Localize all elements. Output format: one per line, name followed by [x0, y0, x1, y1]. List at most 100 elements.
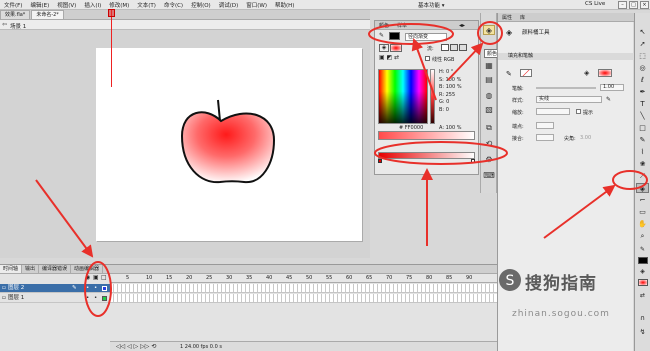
stroke-color-tool-icon[interactable]: ✎: [636, 245, 649, 255]
layer-color-chip[interactable]: [102, 296, 107, 301]
menu-file[interactable]: 文件(F): [0, 1, 26, 9]
brush-tool-icon[interactable]: ⌇: [636, 147, 649, 157]
gradient-stop-left[interactable]: [378, 159, 382, 163]
green-value[interactable]: G: 0: [439, 99, 477, 107]
fill-stroke-section[interactable]: 填充和笔触: [498, 53, 634, 60]
scale-select[interactable]: [536, 108, 570, 115]
saturation-value[interactable]: S: 100 %: [439, 77, 477, 85]
color-spectrum[interactable]: [378, 69, 428, 124]
layer-visible-dot[interactable]: •: [86, 294, 89, 303]
3d-rotation-icon[interactable]: ◎: [636, 63, 649, 73]
gradient-stop-right[interactable]: [471, 159, 475, 163]
linear-rgb-checkbox[interactable]: [425, 56, 430, 61]
free-transform-icon[interactable]: ⬚: [636, 51, 649, 61]
layer-row-1[interactable]: ▫ 图层 1 • •: [0, 294, 110, 303]
join-select[interactable]: [536, 134, 554, 141]
stroke-color-chip[interactable]: [638, 257, 648, 264]
paint-bucket-tool-icon[interactable]: ◈: [636, 183, 649, 193]
snap-magnet-icon[interactable]: ∩: [636, 313, 649, 323]
layer-visible-dot[interactable]: •: [86, 284, 89, 293]
red-value[interactable]: R: 255: [439, 92, 477, 100]
stroke-swatch-box[interactable]: [389, 32, 400, 40]
hint-checkbox[interactable]: [576, 109, 581, 114]
actions-icon[interactable]: ⚙: [483, 155, 495, 165]
bone-tool-icon[interactable]: ⟋: [636, 171, 649, 181]
align-icon[interactable]: ▤: [483, 75, 495, 85]
edit-style-icon[interactable]: ✎: [606, 96, 611, 103]
scene-back-icon[interactable]: ⇦: [2, 21, 7, 28]
flow-repeat-button[interactable]: [459, 44, 467, 51]
menu-help[interactable]: 帮助(H): [271, 1, 298, 9]
layer-name[interactable]: 图层 1: [8, 294, 24, 303]
close-icon[interactable]: ×: [640, 1, 649, 9]
miter-value[interactable]: 3.00: [580, 135, 591, 141]
stroke-input[interactable]: 1.00: [600, 84, 624, 91]
color-panel-icon[interactable]: ◈: [483, 25, 495, 35]
deco-tool-icon[interactable]: ❀: [636, 159, 649, 169]
cap-select[interactable]: [536, 122, 554, 129]
apple-drawing[interactable]: [96, 48, 362, 241]
menu-debug[interactable]: 调试(D): [215, 1, 243, 9]
components-icon[interactable]: ⧉: [483, 123, 495, 133]
text-tool-icon[interactable]: T: [636, 99, 649, 109]
style-select[interactable]: 实线: [536, 96, 602, 103]
zoom-tool-icon[interactable]: ⌕: [636, 231, 649, 241]
brightness-slider[interactable]: [430, 69, 435, 124]
lasso-tool-icon[interactable]: ℓ: [636, 75, 649, 85]
layer-lock-dot[interactable]: •: [94, 294, 97, 303]
tab-properties[interactable]: 属性: [502, 14, 512, 21]
pencil-tool-icon[interactable]: ✎: [636, 135, 649, 145]
tab-library[interactable]: 库: [520, 14, 525, 21]
fill-color-chip[interactable]: [638, 279, 648, 286]
flow-reflect-button[interactable]: [450, 44, 458, 51]
line-tool-icon[interactable]: ╲: [636, 111, 649, 121]
tab-color[interactable]: 颜色: [379, 22, 389, 29]
subselection-tool-icon[interactable]: ➚: [636, 39, 649, 49]
swap-colors-tool-icon[interactable]: ⇄: [636, 291, 649, 301]
menu-edit[interactable]: 编辑(E): [26, 1, 53, 9]
menu-window[interactable]: 窗口(W): [242, 1, 271, 9]
tab-timeline[interactable]: 时间轴: [0, 265, 23, 273]
layer-2-frames[interactable]: [110, 284, 497, 293]
stroke-color-button[interactable]: [520, 69, 532, 77]
eyedropper-tool-icon[interactable]: ⌐: [636, 195, 649, 205]
info-icon[interactable]: ◍: [483, 91, 495, 101]
outline-icon[interactable]: □: [101, 274, 107, 281]
layer-1-frames[interactable]: [110, 294, 497, 303]
fill-type-select[interactable]: 径向渐变: [405, 33, 447, 41]
swap-colors-icon[interactable]: ▣ ◩ ⇄: [379, 54, 399, 61]
tab-compiler-errors[interactable]: 编译器错误: [39, 265, 72, 273]
stage[interactable]: [96, 48, 362, 241]
swatches-icon[interactable]: ▦: [483, 61, 495, 71]
minimize-icon[interactable]: –: [618, 1, 627, 9]
fill-color-button[interactable]: [598, 69, 612, 77]
menu-text[interactable]: 文本(T): [133, 1, 160, 9]
flow-extend-button[interactable]: [441, 44, 449, 51]
eraser-tool-icon[interactable]: ▭: [636, 207, 649, 217]
fill-swatch-box[interactable]: [390, 44, 402, 52]
stroke-slider[interactable]: [536, 87, 596, 89]
gradient-bar[interactable]: [378, 152, 475, 159]
hand-tool-icon[interactable]: ✋: [636, 219, 649, 229]
brightness-value[interactable]: B: 100 %: [439, 84, 477, 92]
layer-row-2[interactable]: ▫ 图层 2 ✎ • •: [0, 284, 110, 293]
tab-swatches[interactable]: 样本: [397, 22, 407, 29]
menu-insert[interactable]: 插入(I): [80, 1, 105, 9]
frame-rate-info[interactable]: 1 24.00 fps 0.0 s: [180, 342, 222, 351]
playhead-handle[interactable]: [108, 9, 115, 17]
layer-lock-dot[interactable]: •: [94, 284, 97, 293]
bucket-icon[interactable]: ◈: [379, 44, 389, 52]
frame-ruler[interactable]: 5 10 15 20 25 30 35 40 45 50 55 60 65 70…: [110, 274, 497, 283]
selection-tool-icon[interactable]: ↖: [636, 27, 649, 37]
tab-motion-editor[interactable]: 动画编辑器: [71, 265, 104, 273]
maximize-icon[interactable]: □: [629, 1, 638, 9]
tab-untitled-2[interactable]: 未命名-2*: [31, 10, 64, 19]
playback-controls-icon[interactable]: ◁◁ ◁ ▷ ▷▷ ⟲: [116, 342, 156, 351]
hue-value[interactable]: H: 0 °: [439, 69, 477, 77]
transform-icon[interactable]: ▧: [483, 105, 495, 115]
history-icon[interactable]: ⟲: [483, 139, 495, 149]
smooth-icon[interactable]: ↯: [636, 327, 649, 337]
menu-view[interactable]: 视图(V): [53, 1, 80, 9]
lock-icon[interactable]: ▣: [93, 274, 99, 281]
scene-label[interactable]: 场景 1: [10, 22, 26, 30]
